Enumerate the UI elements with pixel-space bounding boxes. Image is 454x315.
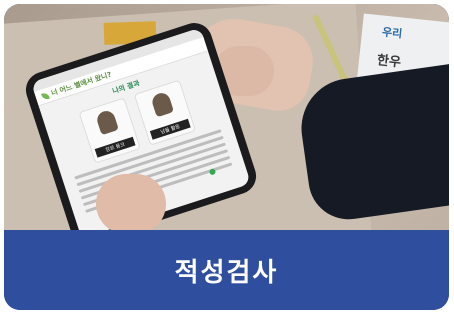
result-card-1: 장르 뭉크: [78, 97, 141, 164]
booklet-text-1: 우리: [381, 25, 403, 41]
result-card-label: 장르 뭉크: [94, 136, 136, 158]
holding-hand: [96, 174, 166, 230]
card-title: 적성검사: [174, 257, 279, 288]
card-banner[interactable]: 적성검사: [4, 230, 449, 310]
booklet-text-2: 한우: [376, 53, 402, 71]
character-figure: [150, 90, 175, 118]
leaf-icon: [40, 91, 50, 101]
result-card-label: 남들 활동: [149, 118, 191, 140]
character-figure: [94, 108, 119, 136]
hero-photo: 우리 한우 너 어느 별에서 왔니? 나의 결과 장르 뭉크 남들 활동: [4, 4, 449, 230]
aptitude-test-card[interactable]: 우리 한우 너 어느 별에서 왔니? 나의 결과 장르 뭉크 남들 활동 적성검…: [4, 4, 449, 310]
result-card-2: 남들 활동: [133, 79, 197, 146]
